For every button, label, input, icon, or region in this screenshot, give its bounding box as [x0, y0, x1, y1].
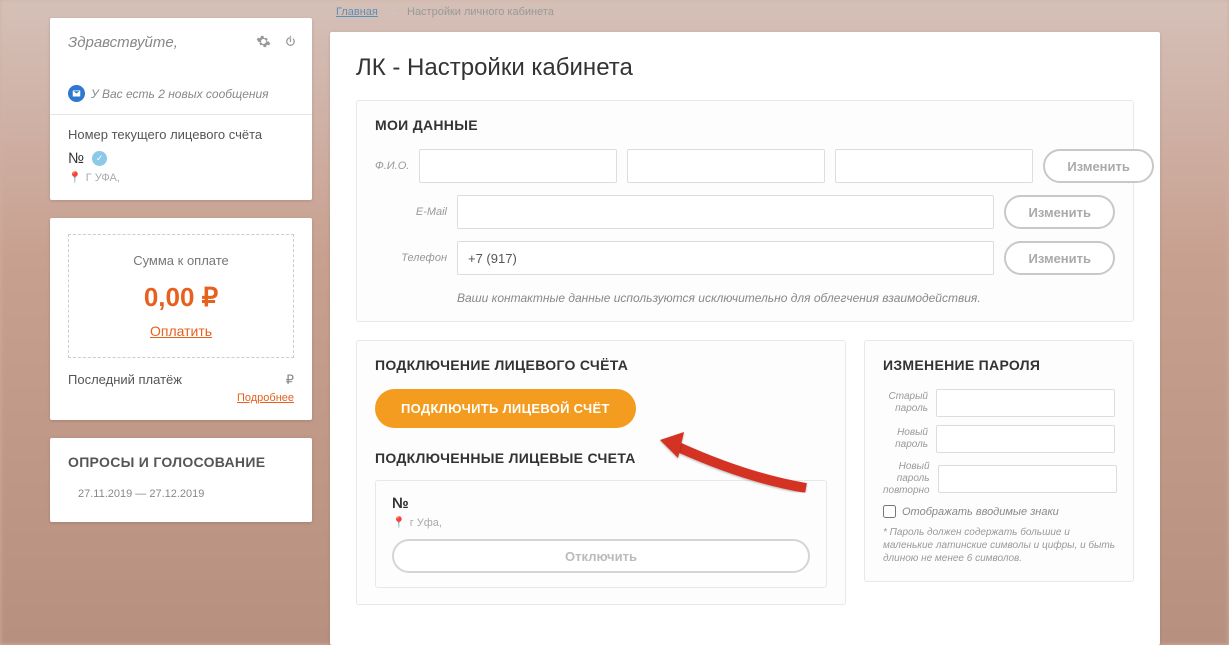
old-password-label: Старый пароль — [883, 391, 928, 415]
payment-label: Сумма к оплате — [87, 253, 275, 268]
mail-icon — [68, 85, 85, 102]
password-note: * Пароль должен содержать большие и мале… — [883, 526, 1115, 565]
polls-heading: ОПРОСЫ И ГОЛОСОВАНИЕ — [68, 454, 294, 470]
breadcrumb-home[interactable]: Главная — [336, 6, 378, 18]
messages-link[interactable]: У Вас есть 2 новых сообщения — [68, 85, 294, 102]
poll-date-range: 27.11.2019 — 27.12.2019 — [68, 482, 294, 506]
connect-heading: ПОДКЛЮЧЕНИЕ ЛИЦЕВОГО СЧЁТА — [375, 357, 827, 373]
old-password-input[interactable] — [936, 389, 1115, 417]
new-password-input[interactable] — [936, 425, 1115, 453]
fio-label: Ф.И.О. — [375, 160, 409, 172]
pin-icon: 📍 — [68, 171, 82, 184]
check-icon — [92, 151, 107, 166]
repeat-password-label: Новый пароль повторно — [883, 461, 930, 497]
phone-input[interactable] — [457, 241, 994, 275]
email-change-button[interactable]: Изменить — [1004, 195, 1115, 229]
password-heading: ИЗМЕНЕНИЕ ПАРОЛЯ — [883, 357, 1115, 373]
connect-account-button[interactable]: ПОДКЛЮЧИТЬ ЛИЦЕВОЙ СЧЁТ — [375, 389, 636, 428]
new-password-label: Новый пароль — [883, 427, 928, 451]
fio-first-input[interactable] — [627, 149, 825, 183]
mydata-section: МОИ ДАННЫЕ Ф.И.О. Изменить E-Mail Измени… — [356, 100, 1134, 322]
main-panel: ЛК - Настройки кабинета МОИ ДАННЫЕ Ф.И.О… — [330, 32, 1160, 645]
breadcrumb: Главная → Настройки личного кабинета — [330, 0, 1160, 32]
email-label: E-Mail — [375, 206, 447, 218]
mydata-note: Ваши контактные данные используются искл… — [375, 287, 1115, 305]
phone-change-button[interactable]: Изменить — [1004, 241, 1115, 275]
disconnect-button[interactable]: Отключить — [392, 539, 810, 573]
repeat-password-input[interactable] — [938, 465, 1117, 493]
account-label: Номер текущего лицевого счёта — [68, 127, 294, 142]
last-payment-label: Последний платёж — [68, 372, 182, 387]
email-input[interactable] — [457, 195, 994, 229]
fio-middle-input[interactable] — [835, 149, 1033, 183]
fio-change-button[interactable]: Изменить — [1043, 149, 1154, 183]
connected-account-item: № 📍 г Уфа, Отключить — [375, 480, 827, 588]
ruble-icon: ₽ — [286, 372, 294, 388]
mydata-heading: МОИ ДАННЫЕ — [375, 117, 1115, 133]
connected-heading: ПОДКЛЮЧЕННЫЕ ЛИЦЕВЫЕ СЧЕТА — [375, 450, 827, 466]
payment-card: Сумма к оплате 0,00 ₽ Оплатить Последний… — [50, 218, 312, 420]
connected-account-number: № — [392, 495, 810, 512]
profile-card: Здравствуйте, У Вас есть 2 новых сообщен… — [50, 18, 312, 200]
account-number-row[interactable]: № — [68, 150, 294, 167]
payment-amount: 0,00 ₽ — [87, 282, 275, 313]
password-section: ИЗМЕНЕНИЕ ПАРОЛЯ Старый пароль Новый пар… — [864, 340, 1134, 582]
phone-label: Телефон — [375, 252, 447, 264]
chevron-right-icon: → — [387, 6, 398, 18]
breadcrumb-current: Настройки личного кабинета — [407, 6, 554, 18]
power-icon[interactable] — [283, 34, 298, 52]
pay-link[interactable]: Оплатить — [150, 323, 212, 339]
account-address: 📍 Г УФА, — [68, 171, 294, 184]
fio-last-input[interactable] — [419, 149, 617, 183]
show-password-input[interactable] — [883, 505, 896, 518]
polls-card: ОПРОСЫ И ГОЛОСОВАНИЕ 27.11.2019 — 27.12.… — [50, 438, 312, 522]
more-link[interactable]: Подробнее — [68, 392, 294, 404]
connected-account-address: 📍 г Уфа, — [392, 516, 810, 529]
show-password-checkbox[interactable]: Отображать вводимые знаки — [883, 505, 1115, 518]
page-title: ЛК - Настройки кабинета — [356, 54, 1134, 82]
pin-icon: 📍 — [392, 516, 406, 529]
connect-section: ПОДКЛЮЧЕНИЕ ЛИЦЕВОГО СЧЁТА ПОДКЛЮЧИТЬ ЛИ… — [356, 340, 846, 605]
gear-icon[interactable] — [256, 34, 271, 52]
